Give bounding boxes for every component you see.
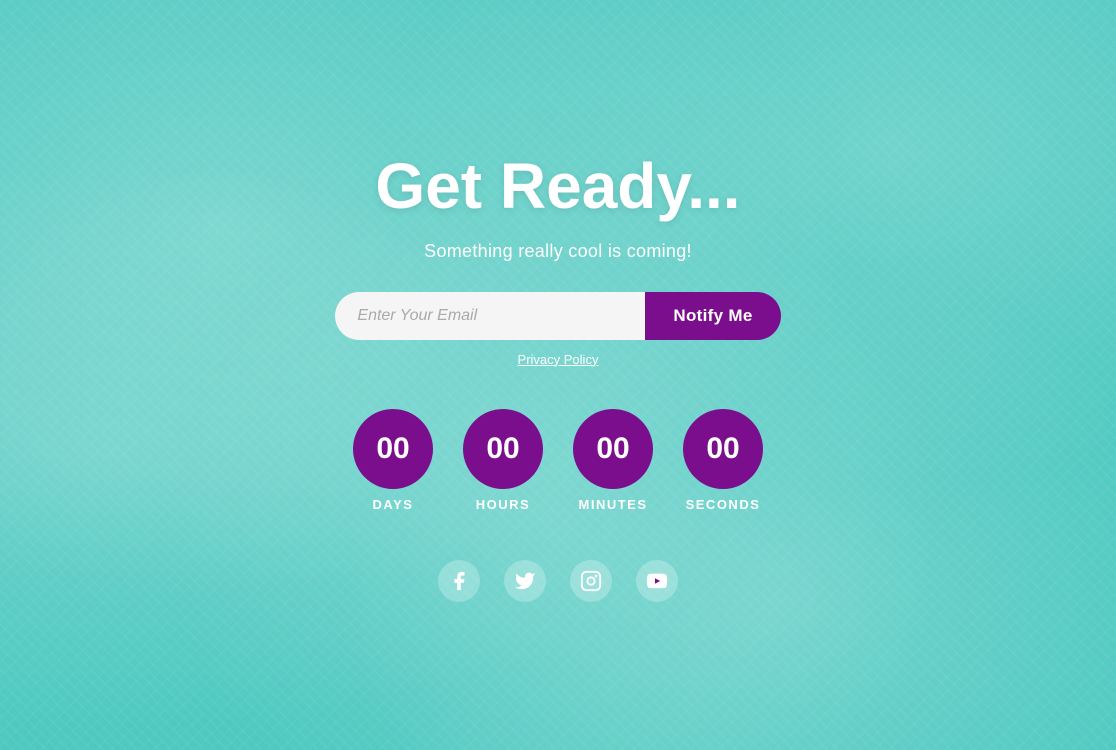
hours-value: 00 xyxy=(486,432,519,466)
minutes-circle: 00 xyxy=(573,409,653,489)
email-form: Notify Me xyxy=(335,292,780,340)
youtube-icon xyxy=(646,570,668,592)
minutes-value: 00 xyxy=(596,432,629,466)
main-container: Get Ready... Something really cool is co… xyxy=(0,0,1116,750)
days-label: DAYS xyxy=(373,497,414,512)
facebook-link[interactable] xyxy=(438,560,480,602)
twitter-link[interactable] xyxy=(504,560,546,602)
instagram-link[interactable] xyxy=(570,560,612,602)
seconds-value: 00 xyxy=(706,432,739,466)
page-subheadline: Something really cool is coming! xyxy=(424,241,692,262)
countdown-hours: 00 HOURS xyxy=(463,409,543,512)
days-value: 00 xyxy=(376,432,409,466)
days-circle: 00 xyxy=(353,409,433,489)
countdown-timer: 00 DAYS 00 HOURS 00 MINUTES 00 SECONDS xyxy=(353,409,763,512)
hours-circle: 00 xyxy=(463,409,543,489)
countdown-minutes: 00 MINUTES xyxy=(573,409,653,512)
seconds-label: SECONDS xyxy=(686,497,761,512)
hours-label: HOURS xyxy=(476,497,530,512)
minutes-label: MINUTES xyxy=(579,497,648,512)
twitter-icon xyxy=(514,570,536,592)
email-input[interactable] xyxy=(335,292,645,340)
social-links xyxy=(438,560,678,602)
countdown-days: 00 DAYS xyxy=(353,409,433,512)
instagram-icon xyxy=(580,570,602,592)
youtube-link[interactable] xyxy=(636,560,678,602)
countdown-seconds: 00 SECONDS xyxy=(683,409,763,512)
seconds-circle: 00 xyxy=(683,409,763,489)
facebook-icon xyxy=(448,570,470,592)
privacy-policy-link[interactable]: Privacy Policy xyxy=(518,352,599,367)
page-headline: Get Ready... xyxy=(375,149,740,223)
notify-button[interactable]: Notify Me xyxy=(645,292,780,340)
